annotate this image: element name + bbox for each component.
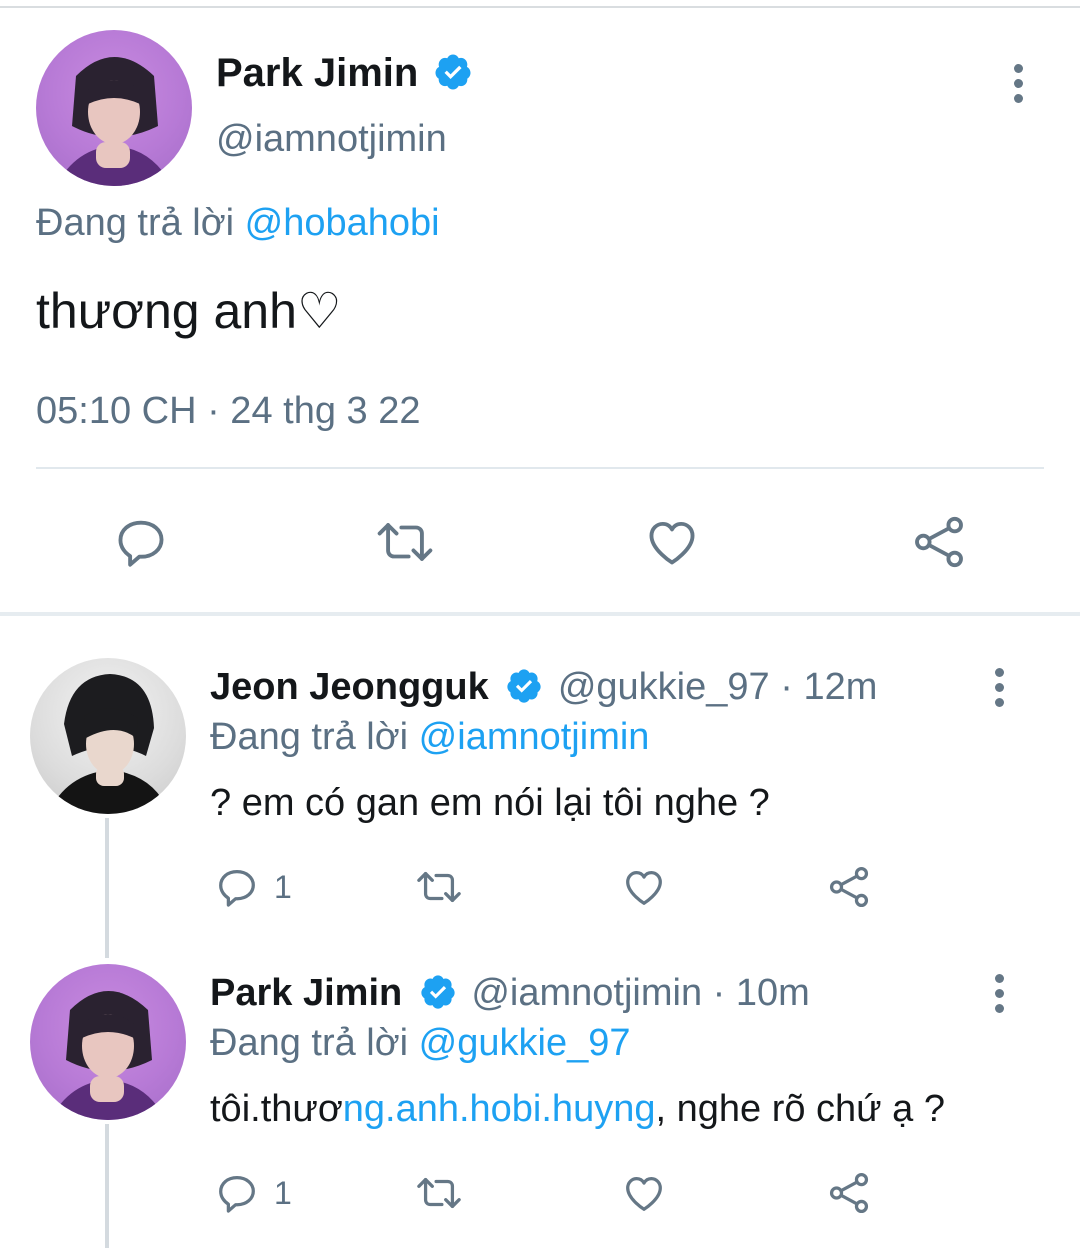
reply-text-end: , nghe rõ chứ ạ ?	[655, 1088, 945, 1130]
avatar[interactable]	[30, 658, 186, 814]
more-icon[interactable]	[1011, 64, 1025, 109]
tweet-timestamp[interactable]: 05:10 CH · 24 thg 3 22	[36, 390, 420, 433]
verified-badge-icon	[421, 975, 455, 1009]
reply-count: 1	[274, 868, 292, 905]
more-icon[interactable]	[992, 668, 1006, 713]
more-icon[interactable]	[992, 974, 1006, 1019]
avatar-image	[50, 991, 166, 1120]
author-name[interactable]: Park Jimin	[216, 50, 473, 96]
reply-header: Jeon Jeongguk @gukkie_97 · 12m	[210, 666, 877, 709]
replying-to-link[interactable]: @hobahobi	[245, 202, 440, 244]
section-separator	[0, 612, 1080, 616]
retweet-icon	[377, 523, 433, 561]
divider	[36, 467, 1044, 469]
avatar-image	[48, 674, 170, 814]
replying-to-line: Đang trả lời @gukkie_97	[210, 1022, 631, 1065]
reply-icon	[219, 870, 255, 907]
avatar[interactable]	[30, 964, 186, 1120]
author-handle[interactable]: @iamnotjimin	[471, 972, 702, 1014]
reply-text: tôi.thương.anh.hobi.huyng, nghe rõ chứ ạ…	[210, 1088, 945, 1131]
share-button[interactable]	[826, 864, 872, 910]
share-icon	[829, 866, 869, 908]
verified-badge-icon	[435, 54, 471, 90]
avatar[interactable]	[36, 30, 192, 186]
like-button[interactable]	[620, 1170, 668, 1216]
retweet-button[interactable]	[412, 864, 466, 910]
reply-time[interactable]: 12m	[803, 666, 877, 708]
replying-to-link[interactable]: @iamnotjimin	[419, 716, 650, 758]
replying-prefix: Đang trả lời	[210, 1022, 409, 1064]
reply-count: 1	[274, 1174, 292, 1211]
reply-button[interactable]: 1	[214, 864, 292, 910]
reply-icon	[118, 520, 164, 567]
avatar-image	[56, 57, 172, 186]
share-icon	[915, 516, 963, 568]
thread-line	[105, 1124, 109, 1248]
retweet-button[interactable]	[372, 513, 438, 571]
author-name[interactable]: Jeon Jeongguk	[210, 666, 489, 708]
verified-badge-icon	[507, 669, 541, 703]
author-handle[interactable]: @gukkie_97	[558, 666, 770, 708]
retweet-icon	[417, 1177, 461, 1209]
reply-text-start: tôi.thươ	[210, 1088, 343, 1130]
thread-line	[105, 818, 109, 958]
reply-text: ? em có gan em nói lại tôi nghe ?	[210, 782, 770, 824]
like-icon	[649, 521, 695, 565]
separator-dot: ·	[712, 972, 726, 1014]
like-button[interactable]	[620, 864, 668, 910]
separator-dot: ·	[780, 666, 793, 708]
top-border	[0, 6, 1080, 8]
replying-prefix: Đang trả lời	[36, 202, 235, 244]
author-name-text[interactable]: Park Jimin	[216, 51, 418, 95]
author-handle[interactable]: @iamnotjimin	[216, 118, 447, 161]
tweet-text: thương anh♡	[36, 283, 342, 339]
replying-to-line: Đang trả lời @hobahobi	[36, 202, 440, 245]
replying-to-link[interactable]: @gukkie_97	[419, 1022, 631, 1064]
reply-text-link[interactable]: ng.anh.hobi.huyng	[343, 1088, 656, 1130]
share-button[interactable]	[826, 1170, 872, 1216]
replying-prefix: Đang trả lời	[210, 716, 409, 758]
reply-header: Park Jimin @iamnotjimin · 10m	[210, 972, 810, 1015]
like-icon	[626, 870, 662, 905]
reply-button[interactable]	[112, 513, 170, 571]
retweet-button[interactable]	[412, 1170, 466, 1216]
retweet-icon	[417, 871, 461, 903]
reply-icon	[219, 1176, 255, 1213]
reply-button[interactable]: 1	[214, 1170, 292, 1216]
share-button[interactable]	[910, 513, 968, 571]
reply-time[interactable]: 10m	[736, 972, 810, 1014]
like-icon	[626, 1176, 662, 1211]
share-icon	[829, 1172, 869, 1214]
replying-to-line: Đang trả lời @iamnotjimin	[210, 716, 649, 759]
like-button[interactable]	[642, 513, 702, 571]
author-name[interactable]: Park Jimin	[210, 972, 402, 1014]
